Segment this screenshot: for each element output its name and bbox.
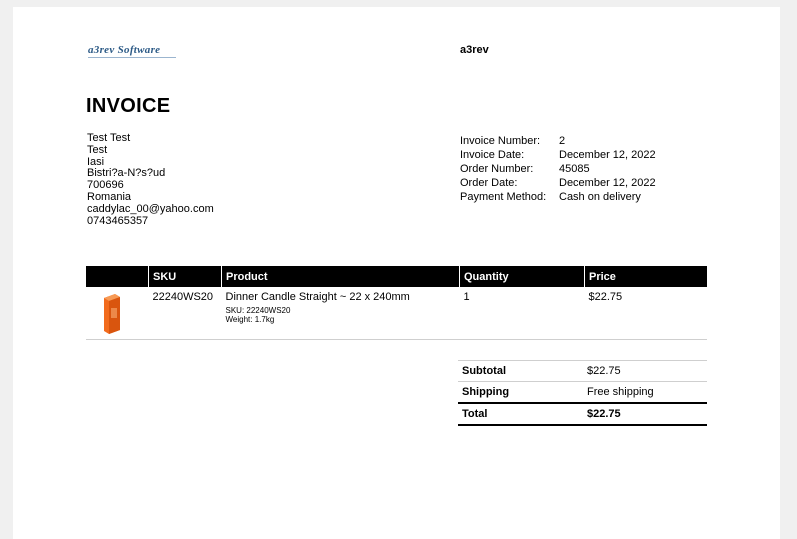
column-header-image (86, 266, 149, 287)
totals-label: Total (458, 402, 583, 426)
logo-underline (88, 57, 176, 58)
totals-row-subtotal: Subtotal $22.75 (458, 360, 707, 382)
order-info-row: Order Date: December 12, 2022 (460, 176, 656, 190)
order-info-row: Payment Method: Cash on delivery (460, 190, 656, 204)
order-info-row: Invoice Number: 2 (460, 134, 656, 148)
candle-box-icon (104, 294, 120, 334)
sku-cell: 22240WS20 (148, 287, 222, 340)
column-header-sku: SKU (148, 266, 222, 287)
info-value: 2 (559, 135, 566, 147)
quantity-cell: 1 (459, 287, 585, 340)
totals-value: $22.75 (583, 402, 707, 426)
totals-row-total: Total $22.75 (458, 402, 707, 426)
totals-label: Subtotal (458, 360, 583, 382)
product-cell: Dinner Candle Straight ~ 22 x 240mm SKU:… (221, 287, 460, 340)
totals-label: Shipping (458, 381, 583, 403)
billing-address: Test Test Test Iasi Bistri?a-N?s?ud 7006… (87, 132, 214, 227)
address-phone: 0743465357 (87, 214, 149, 227)
info-label: Order Number: (460, 163, 534, 175)
column-header-price: Price (584, 266, 707, 287)
info-label: Invoice Date: (460, 149, 525, 161)
invoice-page: a3rev Software a3rev INVOICE Test Test T… (13, 7, 780, 539)
address-line: Romania (87, 190, 132, 203)
items-header-row: SKU Product Quantity Price (86, 266, 707, 287)
info-label: Payment Method: (460, 191, 547, 203)
price-cell: $22.75 (584, 287, 707, 340)
totals-row-shipping: Shipping Free shipping (458, 381, 707, 403)
product-weight-detail: Weight: 1.7kg (225, 315, 275, 324)
product-image-cell (86, 287, 149, 340)
totals-value: Free shipping (583, 381, 707, 403)
info-value: Cash on delivery (559, 191, 641, 203)
info-label: Order Date: (460, 177, 518, 189)
table-row: 22240WS20 Dinner Candle Straight ~ 22 x … (86, 287, 707, 340)
address-line: Test (87, 143, 108, 156)
order-info-row: Invoice Date: December 12, 2022 (460, 148, 656, 162)
info-value: December 12, 2022 (559, 149, 656, 161)
info-value: December 12, 2022 (559, 177, 656, 189)
totals-table: Subtotal $22.75 Shipping Free shipping T… (458, 360, 707, 426)
invoice-title: INVOICE (86, 95, 171, 117)
product-name: Dinner Candle Straight ~ 22 x 240mm (225, 291, 410, 303)
info-label: Invoice Number: (460, 135, 541, 147)
company-logo: a3rev Software (88, 44, 161, 56)
column-header-product: Product (221, 266, 460, 287)
order-info-row: Order Number: 45085 (460, 162, 656, 176)
column-header-quantity: Quantity (459, 266, 585, 287)
info-value: 45085 (559, 163, 590, 175)
address-email: caddylac_00@yahoo.com (87, 202, 214, 215)
product-sku-detail: SKU: 22240WS20 (225, 306, 291, 315)
order-info: Invoice Number: 2 Invoice Date: December… (460, 134, 656, 204)
totals-value: $22.75 (583, 360, 707, 382)
items-table: SKU Product Quantity Price 22240WS20 Din… (86, 266, 707, 340)
shop-name: a3rev (460, 44, 489, 56)
